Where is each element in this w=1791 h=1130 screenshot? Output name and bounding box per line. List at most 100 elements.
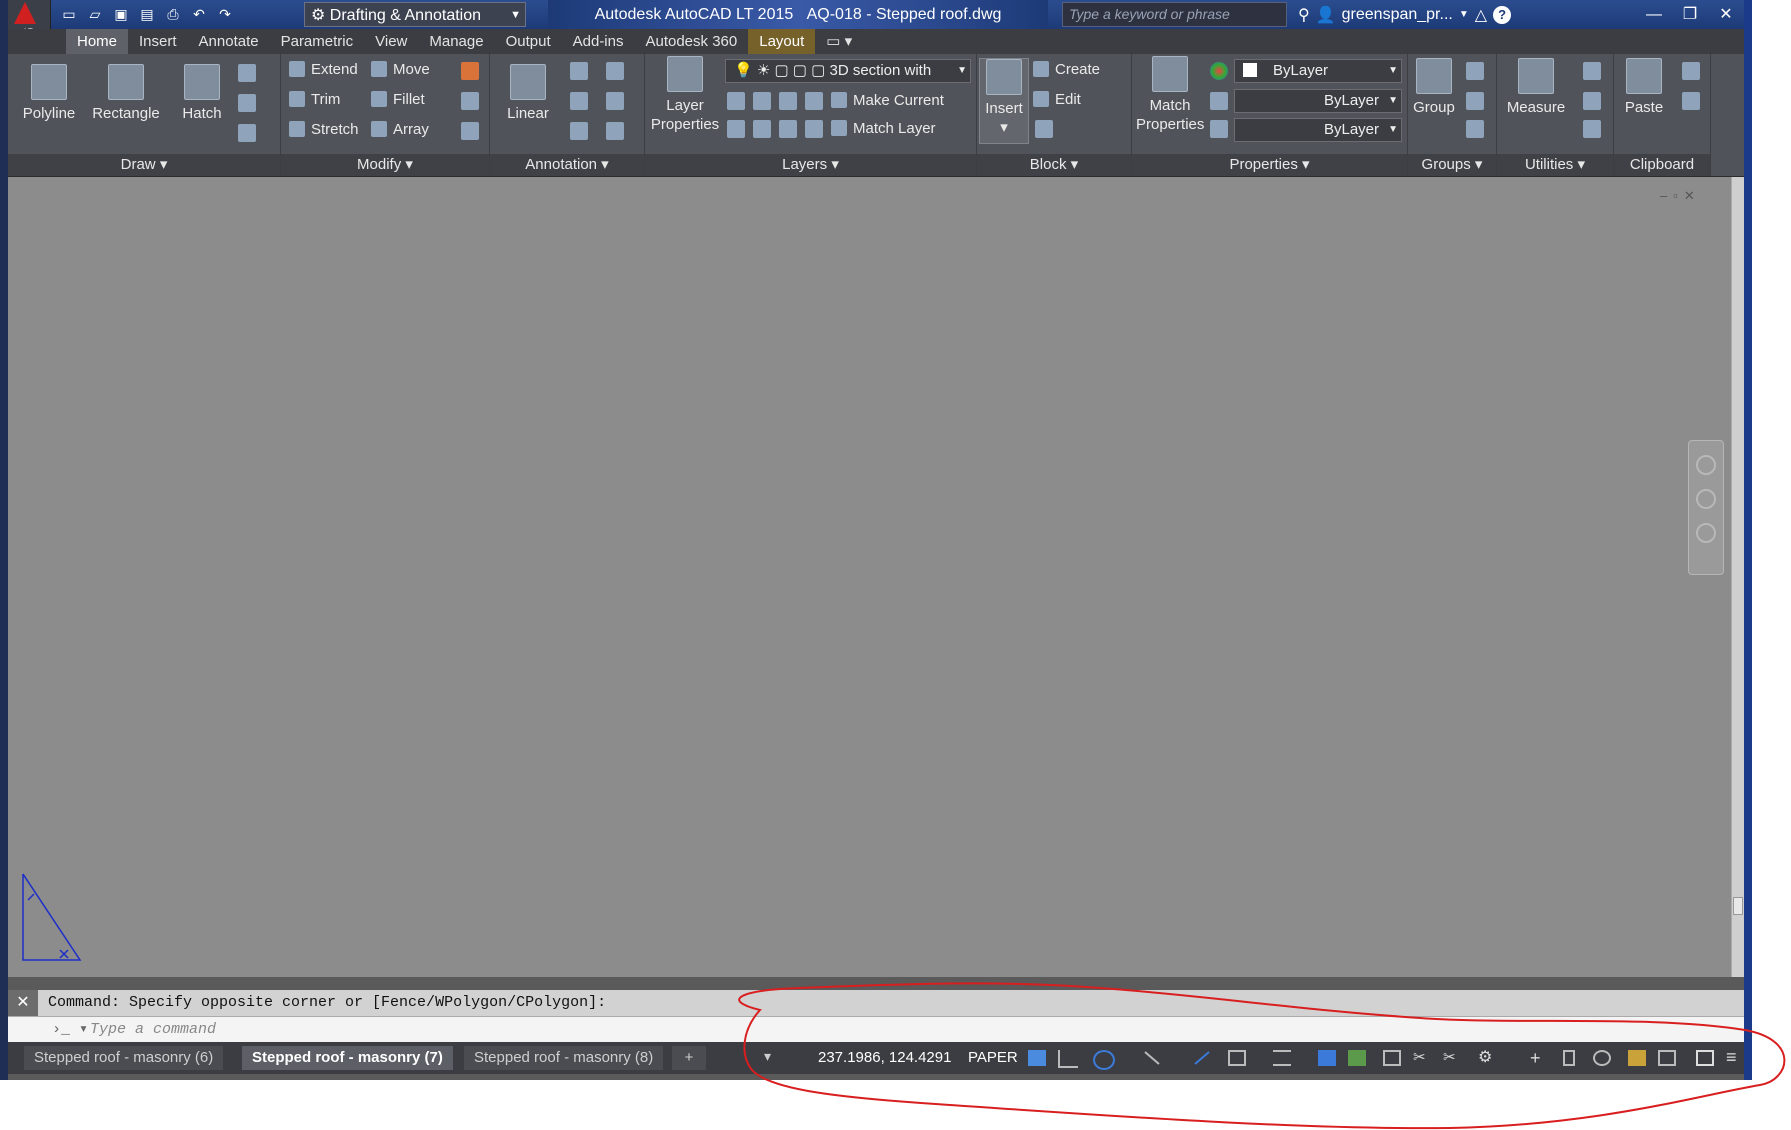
extend-button[interactable]: Extend [289, 58, 358, 82]
isolate-objects-icon[interactable] [1593, 1050, 1611, 1066]
circle-icon[interactable] [238, 64, 256, 82]
help-icon[interactable]: ? [1493, 5, 1512, 24]
tab-autodesk-360[interactable]: Autodesk 360 [634, 29, 748, 54]
create-block-button[interactable]: Create [1033, 58, 1100, 82]
save-as-icon[interactable]: ▤ [136, 3, 158, 25]
zoom-icon[interactable] [1696, 523, 1716, 543]
user-menu[interactable]: ⚲ 👤 greenspan_pr... ▼ △ ? [1298, 0, 1512, 29]
calculator-icon[interactable] [1583, 120, 1601, 138]
steering-wheel-icon[interactable] [1696, 455, 1716, 475]
annotation-visibility-icon[interactable]: ✂ [1443, 1050, 1461, 1066]
layout-tab-6[interactable]: Stepped roof - masonry (6) [24, 1046, 224, 1070]
drawing-area[interactable] [8, 177, 1731, 977]
layer-thaw-icon[interactable] [779, 120, 797, 138]
measure-button[interactable]: Measure [1501, 58, 1571, 117]
layer-off-icon[interactable] [727, 92, 745, 110]
layer-isolate-icon[interactable] [753, 92, 771, 110]
layer-properties-button[interactable]: Layer Properties [649, 56, 721, 134]
edit-block-button[interactable]: Edit [1033, 88, 1081, 112]
snap-grid-icon[interactable] [1028, 1050, 1046, 1066]
tab-parametric[interactable]: Parametric [270, 29, 365, 54]
tab-add-ins[interactable]: Add-ins [562, 29, 635, 54]
layout-tab-8[interactable]: Stepped roof - masonry (8) [464, 1046, 664, 1070]
copy-clip-icon[interactable] [1682, 92, 1700, 110]
tab-layout[interactable]: Layout [748, 29, 816, 54]
hardware-acceleration-icon[interactable] [1628, 1050, 1646, 1066]
layer-on-icon[interactable] [727, 120, 745, 138]
tab-view[interactable]: View [364, 29, 418, 54]
command-prompt-icon[interactable]: ›_ ▾ [52, 1017, 88, 1042]
panel-toggle-icon[interactable]: ▭ ▾ [815, 29, 863, 54]
a360-icon[interactable]: △ [1475, 5, 1487, 25]
workspace-dropdown[interactable]: ⚙ Drafting & Annotation ▼ [304, 2, 526, 27]
redo-icon[interactable]: ↷ [214, 3, 236, 25]
lock-ui-icon[interactable] [1563, 1050, 1575, 1066]
group-edit-icon[interactable] [1466, 92, 1484, 110]
ungroup-icon[interactable] [1466, 62, 1484, 80]
modify-panel-label[interactable]: Modify ▾ [281, 154, 489, 176]
dimension-style-icon[interactable] [606, 92, 624, 110]
layout-tab-7[interactable]: Stepped roof - masonry (7) [242, 1046, 453, 1070]
groups-panel-label[interactable]: Groups ▾ [1408, 154, 1496, 176]
properties-panel-label[interactable]: Properties ▾ [1132, 154, 1407, 176]
trim-button[interactable]: Trim [289, 88, 340, 112]
tab-manage[interactable]: Manage [418, 29, 494, 54]
undo-icon[interactable]: ↶ [188, 3, 210, 25]
polar-tracking-icon[interactable] [1093, 1050, 1115, 1070]
viewport-controls[interactable]: –▫✕ [1660, 188, 1701, 204]
copy-icon[interactable] [461, 92, 479, 110]
match-properties-button[interactable]: Match Properties [1136, 56, 1204, 134]
point-id-icon[interactable] [1583, 92, 1601, 110]
paper-space-toggle[interactable]: PAPER [968, 1042, 1018, 1074]
cut-icon[interactable] [1682, 62, 1700, 80]
isodraft-icon[interactable] [1193, 1050, 1211, 1066]
lineweight-toggle-icon[interactable] [1273, 1050, 1291, 1066]
text-icon[interactable] [570, 62, 588, 80]
layer-unlock-icon[interactable] [805, 120, 823, 138]
table-icon[interactable] [570, 122, 588, 140]
quick-select-icon[interactable] [1583, 62, 1601, 80]
plus-icon[interactable]: + [1530, 1049, 1548, 1067]
ortho-icon[interactable] [1058, 1050, 1078, 1068]
tab-annotate[interactable]: Annotate [188, 29, 270, 54]
maximize-button[interactable]: ❐ [1672, 0, 1708, 29]
paste-button[interactable]: Paste [1618, 58, 1670, 117]
arc-icon[interactable] [238, 124, 256, 142]
minimize-button[interactable]: — [1636, 0, 1672, 29]
osnap-icon[interactable] [1228, 1050, 1246, 1066]
layer-dropdown[interactable]: 💡 ☀ ▢ ▢ ▢ 3D section with ▼ [725, 59, 971, 83]
layer-unisolate-icon[interactable] [753, 120, 771, 138]
add-layout-button[interactable]: + [672, 1046, 706, 1070]
print-icon[interactable]: ⎙ [162, 3, 184, 25]
offset-icon[interactable] [461, 122, 479, 140]
transparency-icon[interactable] [1318, 1050, 1336, 1066]
block-attribute-icon[interactable] [1035, 120, 1053, 138]
linear-dimension-button[interactable]: Linear [498, 64, 558, 123]
make-current-button[interactable]: Make Current [831, 89, 944, 113]
selection-cycling-icon[interactable] [1348, 1050, 1366, 1066]
open-file-icon[interactable]: ▱ [84, 3, 106, 25]
group-button[interactable]: Group [1410, 58, 1458, 117]
coordinate-readout[interactable]: 237.1986, 124.4291 [818, 1042, 951, 1074]
draw-panel-label[interactable]: Draw ▾ [8, 154, 280, 176]
multileader-icon[interactable] [570, 92, 588, 110]
fillet-button[interactable]: Fillet [371, 88, 425, 112]
rectangle-button[interactable]: Rectangle [86, 64, 166, 123]
workspace-gear-icon[interactable]: ⚙ [1478, 1050, 1496, 1066]
search-input[interactable]: Type a keyword or phrase [1062, 2, 1287, 27]
annotation-panel-label[interactable]: Annotation ▾ [490, 154, 644, 176]
annotation-scale-icon[interactable] [606, 122, 624, 140]
utilities-panel-label[interactable]: Utilities ▾ [1497, 154, 1613, 176]
leader-icon[interactable] [606, 62, 624, 80]
clean-screen-icon[interactable] [1658, 1050, 1676, 1066]
tab-home[interactable]: Home [66, 29, 129, 54]
layers-panel-label[interactable]: Layers ▾ [645, 154, 976, 176]
array-button[interactable]: Array [371, 118, 429, 142]
insert-block-button[interactable]: Insert ▾ [979, 58, 1029, 144]
hatch-button[interactable]: Hatch [172, 64, 232, 123]
lineweight-dropdown[interactable]: ByLayer ▼ [1234, 118, 1402, 142]
fullscreen-icon[interactable] [1696, 1050, 1714, 1066]
layer-lock-icon[interactable] [805, 92, 823, 110]
erase-icon[interactable] [461, 62, 479, 80]
block-panel-label[interactable]: Block ▾ [977, 154, 1131, 176]
